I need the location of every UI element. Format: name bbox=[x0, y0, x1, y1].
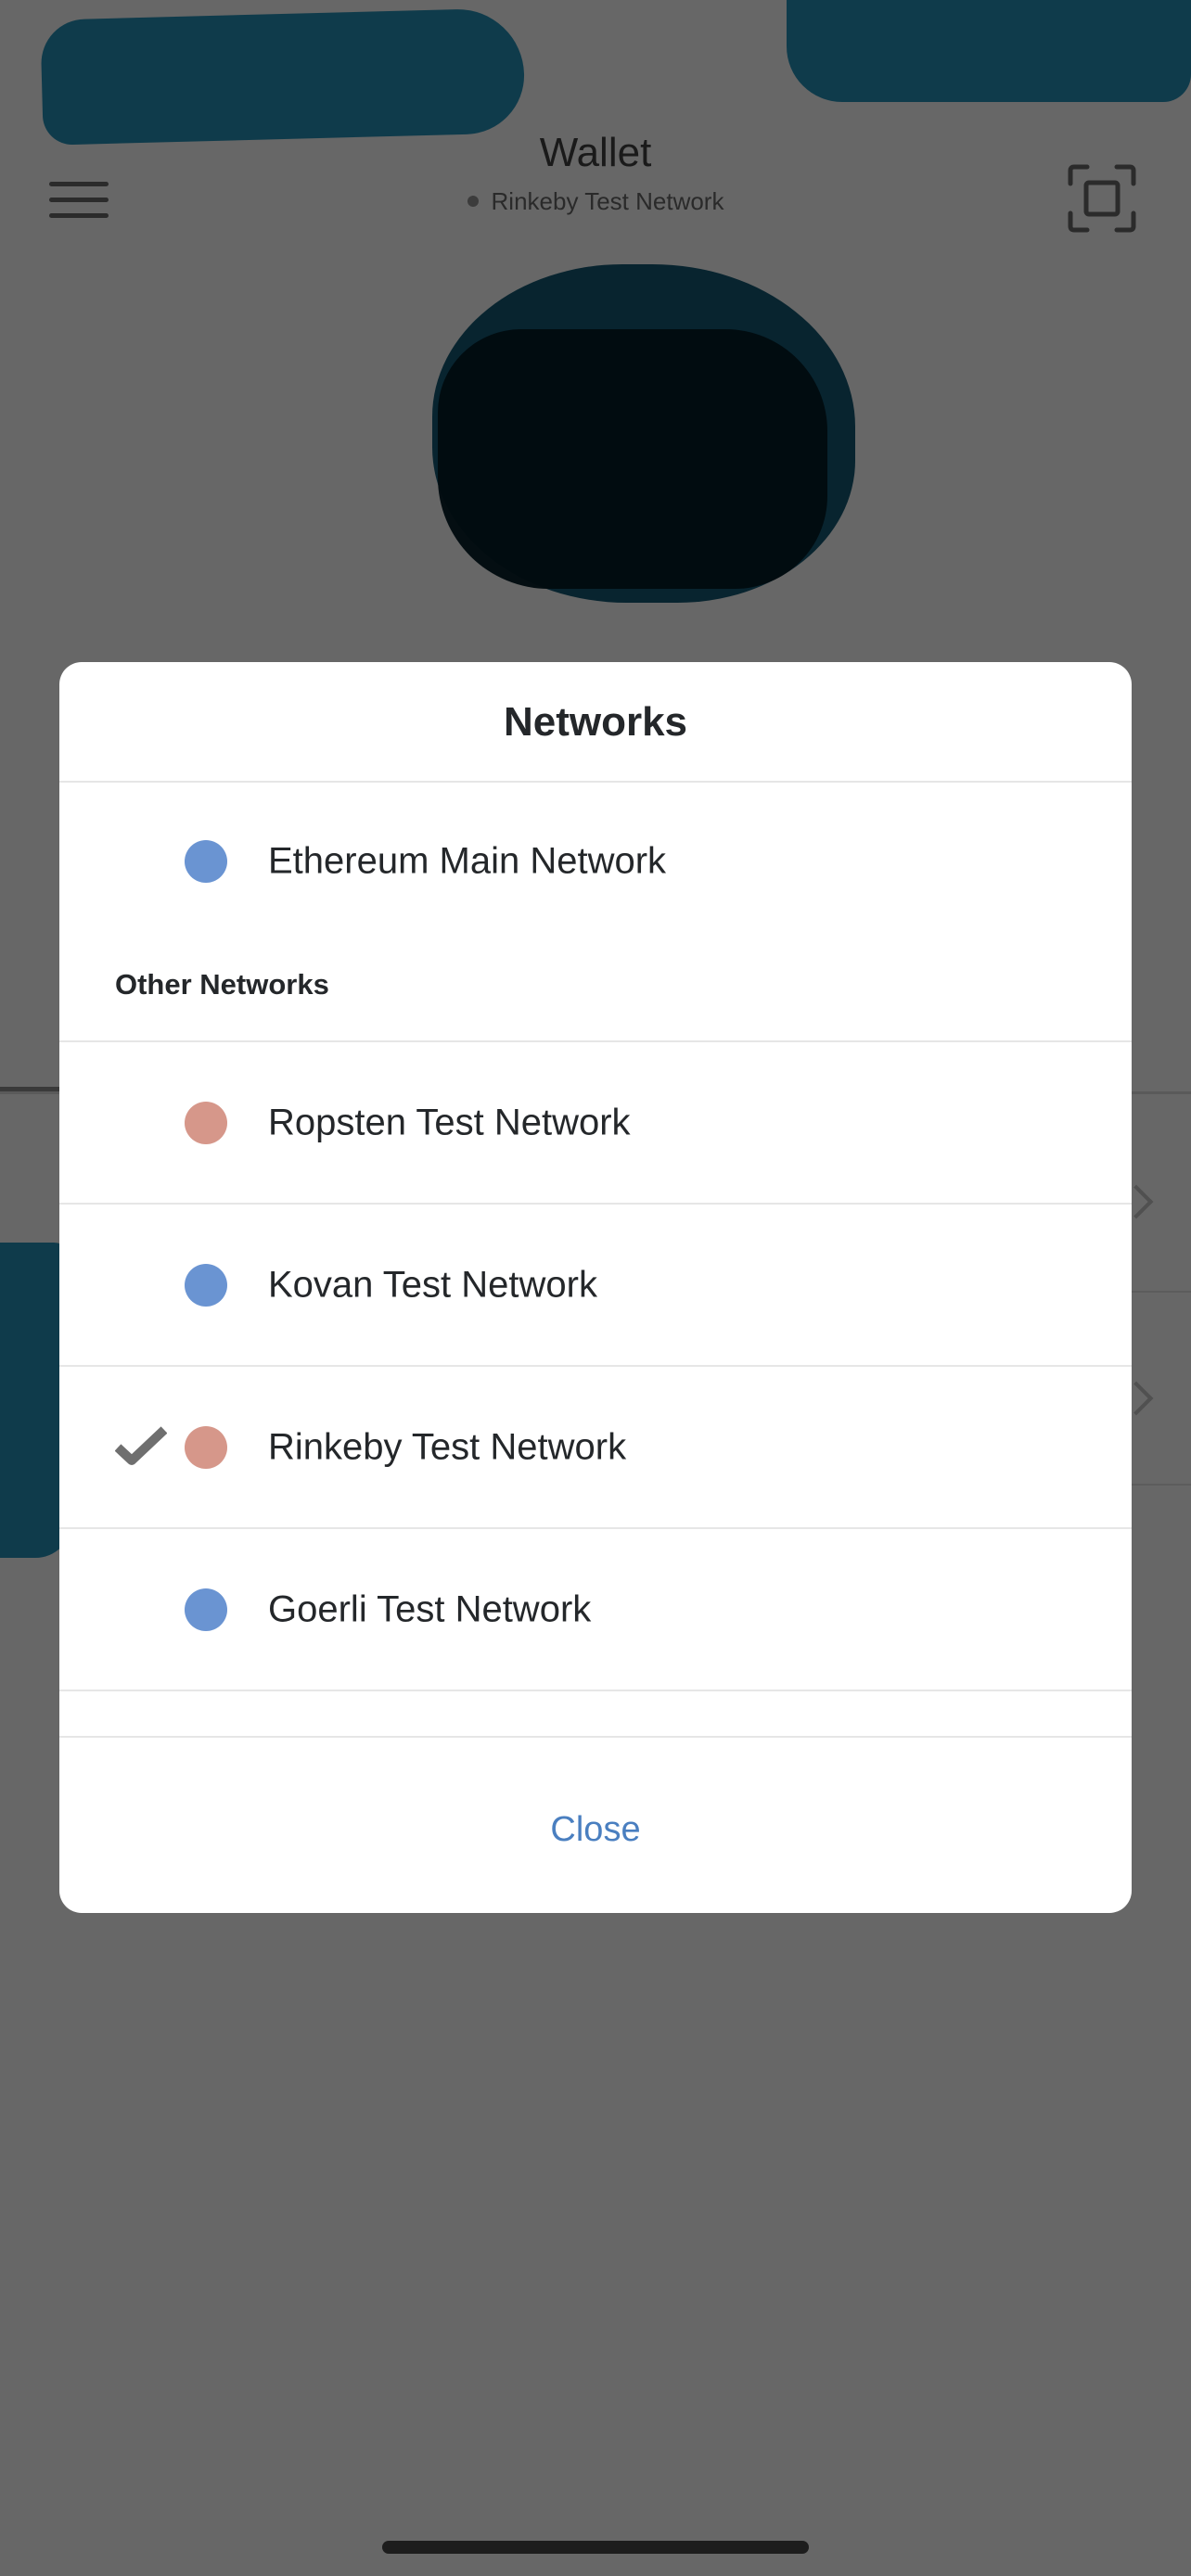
network-indicator-label: Rinkeby Test Network bbox=[491, 187, 724, 215]
network-color-dot bbox=[185, 1425, 227, 1469]
screen: Wallet Rinkeby Test Network Networks Eth… bbox=[0, 0, 1191, 2576]
network-item-rinkeby[interactable]: Rinkeby Test Network bbox=[59, 1367, 1132, 1529]
close-button[interactable]: Close bbox=[59, 1747, 1132, 1913]
network-name: Rinkeby Test Network bbox=[268, 1426, 627, 1467]
other-networks-heading: Other Networks bbox=[59, 940, 1132, 1042]
network-name: Ropsten Test Network bbox=[268, 1102, 631, 1142]
network-status-dot bbox=[467, 196, 479, 208]
section-heading-label: Other Networks bbox=[115, 968, 329, 1001]
network-name: Ethereum Main Network bbox=[268, 840, 667, 882]
redacted-status-icons bbox=[787, 0, 1191, 102]
redacted-account-balance bbox=[438, 329, 827, 589]
scan-qr-icon[interactable] bbox=[1067, 163, 1137, 234]
modal-title: Networks bbox=[59, 662, 1132, 783]
network-color-dot bbox=[185, 1263, 227, 1307]
network-item-ropsten[interactable]: Ropsten Test Network bbox=[59, 1042, 1132, 1205]
network-color-dot bbox=[185, 1101, 227, 1144]
network-item-kovan[interactable]: Kovan Test Network bbox=[59, 1205, 1132, 1367]
network-indicator[interactable]: Rinkeby Test Network bbox=[0, 187, 1191, 216]
network-color-dot bbox=[185, 840, 227, 883]
network-item-ethereum-main[interactable]: Ethereum Main Network bbox=[59, 783, 1132, 940]
list-end-divider bbox=[59, 1691, 1132, 1738]
checkmark-icon bbox=[115, 1425, 167, 1465]
network-name: Kovan Test Network bbox=[268, 1264, 597, 1305]
network-name: Goerli Test Network bbox=[268, 1588, 592, 1629]
network-color-dot bbox=[185, 1588, 227, 1631]
network-item-goerli[interactable]: Goerli Test Network bbox=[59, 1529, 1132, 1691]
networks-modal: Networks Ethereum Main Network Other Net… bbox=[59, 662, 1132, 1913]
redacted-time bbox=[40, 7, 526, 146]
home-indicator bbox=[382, 2541, 809, 2554]
page-title: Wallet bbox=[539, 130, 652, 175]
